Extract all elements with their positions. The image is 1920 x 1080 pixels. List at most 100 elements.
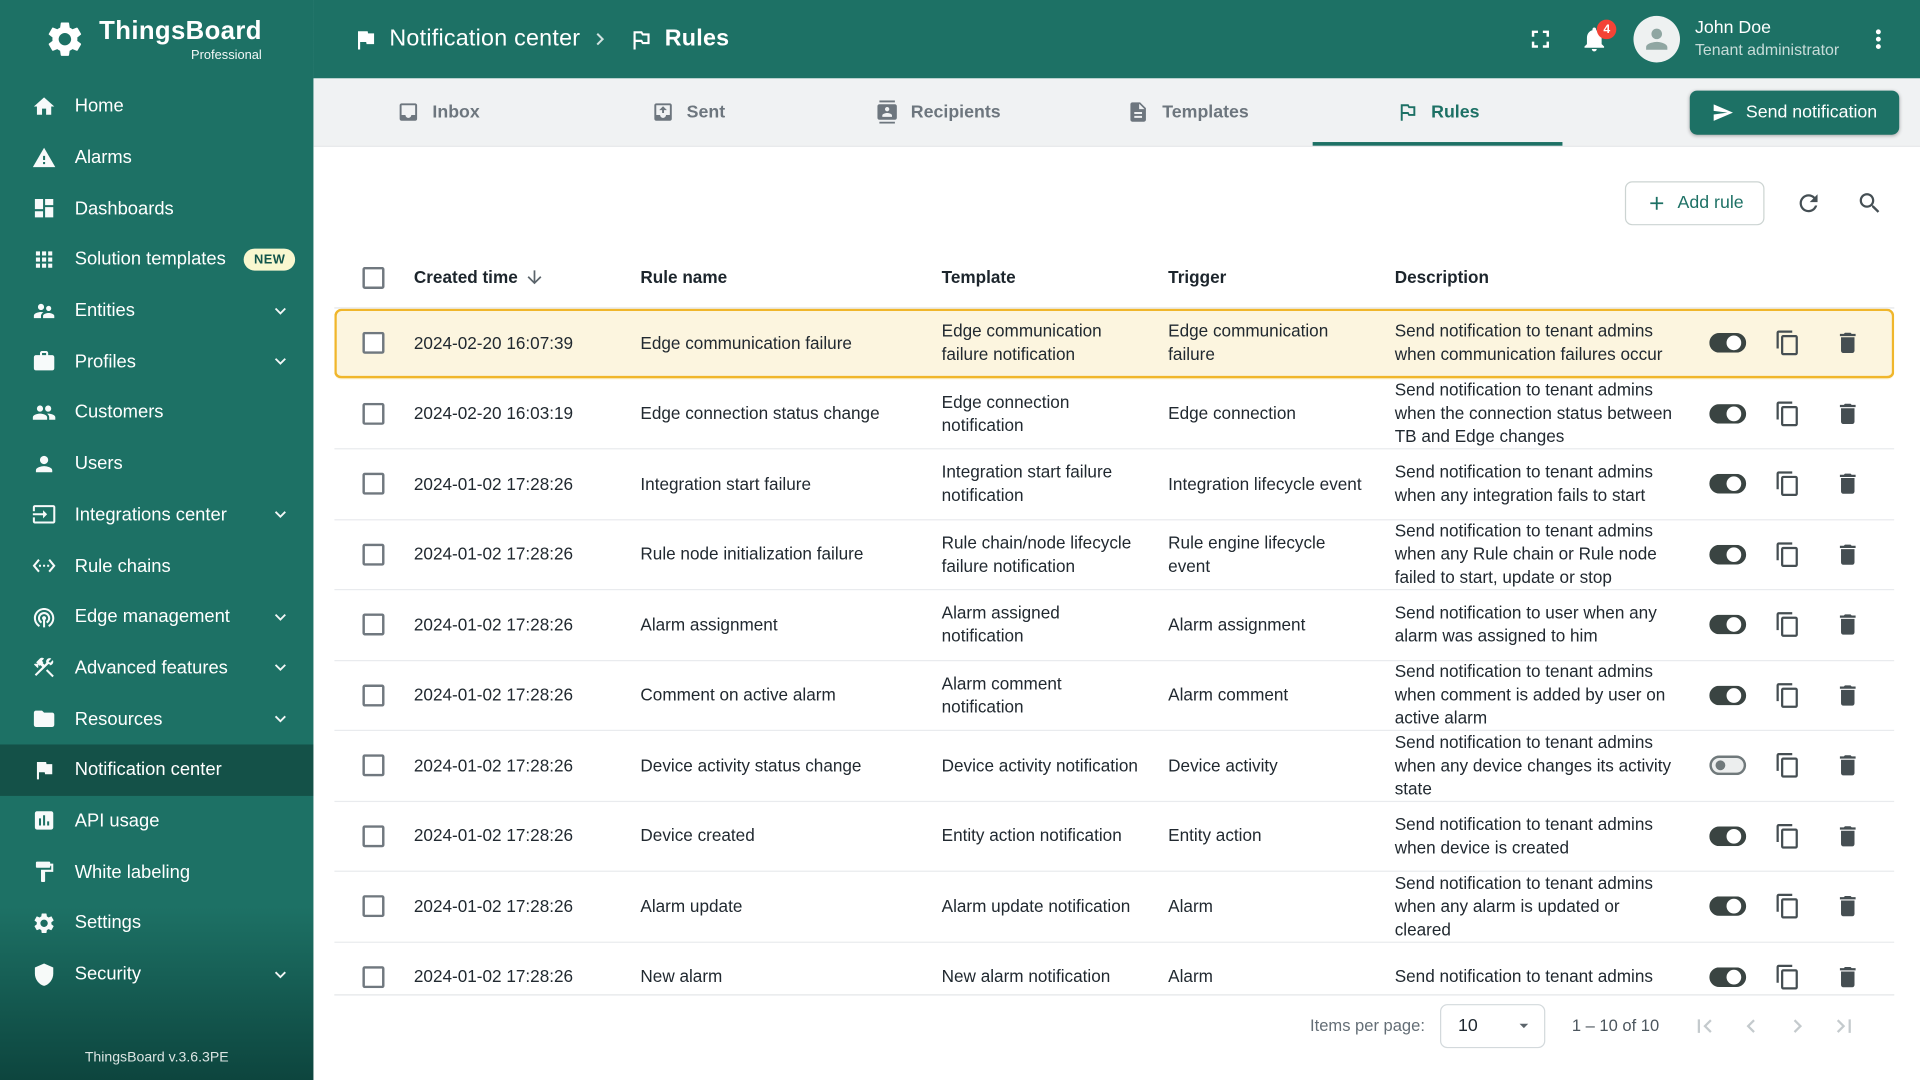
copy-rule-button[interactable] [1770, 889, 1804, 923]
sidebar-item-home[interactable]: Home [0, 81, 313, 132]
items-per-page-label: Items per page: [1310, 1016, 1425, 1035]
copy-rule-button[interactable] [1770, 608, 1804, 642]
delete-rule-button[interactable] [1830, 396, 1864, 430]
refresh-button[interactable] [1784, 179, 1833, 228]
copy-rule-button[interactable] [1770, 819, 1804, 853]
rule-enabled-toggle[interactable] [1708, 615, 1746, 635]
copy-rule-button[interactable] [1770, 748, 1804, 782]
user-avatar[interactable] [1633, 15, 1681, 63]
row-checkbox[interactable] [362, 332, 385, 355]
rule-enabled-toggle[interactable] [1708, 403, 1746, 424]
delete-rule-button[interactable] [1830, 748, 1864, 782]
rule-enabled-toggle[interactable] [1708, 544, 1746, 565]
fullscreen-button[interactable] [1516, 15, 1565, 64]
search-button[interactable] [1845, 179, 1894, 228]
delete-rule-button[interactable] [1830, 678, 1864, 712]
rule-enabled-toggle[interactable] [1708, 333, 1746, 353]
table-row[interactable]: 2024-02-20 16:07:39 Edge communication f… [334, 308, 1895, 379]
items-per-page-select[interactable]: 10 [1439, 1003, 1545, 1048]
table-row[interactable]: 2024-01-02 17:28:26 Integration start fa… [334, 449, 1895, 520]
rule-enabled-toggle[interactable] [1708, 967, 1746, 987]
delete-rule-button[interactable] [1830, 960, 1864, 994]
delete-rule-button[interactable] [1830, 819, 1864, 853]
sidebar-item-customers[interactable]: Customers [0, 387, 313, 438]
table-row[interactable]: 2024-01-02 17:28:26 Alarm update Alarm u… [334, 872, 1895, 943]
column-header-description[interactable]: Description [1385, 266, 1697, 289]
delete-rule-button[interactable] [1830, 326, 1864, 360]
delete-rule-button[interactable] [1830, 889, 1864, 923]
sidebar-item-security[interactable]: Security [0, 949, 313, 1000]
table-row[interactable]: 2024-01-02 17:28:26 Comment on active al… [334, 661, 1895, 732]
table-row[interactable]: 2024-01-02 17:28:26 Device activity stat… [334, 731, 1895, 802]
table-row[interactable]: 2024-02-20 16:03:19 Edge connection stat… [334, 379, 1895, 450]
rule-enabled-toggle[interactable] [1708, 474, 1746, 494]
sidebar-item-integrations-center[interactable]: Integrations center [0, 489, 313, 540]
tab-sent[interactable]: Sent [563, 78, 813, 145]
row-checkbox[interactable] [362, 613, 385, 636]
copy-rule-button[interactable] [1770, 467, 1804, 501]
api-usage-icon [32, 809, 56, 833]
copy-rule-button[interactable] [1770, 326, 1804, 360]
new-badge: NEW [244, 248, 296, 271]
row-checkbox[interactable] [362, 754, 385, 777]
sidebar-item-settings[interactable]: Settings [0, 898, 313, 949]
sidebar-item-alarms[interactable]: Alarms [0, 132, 313, 183]
copy-rule-button[interactable] [1770, 960, 1804, 994]
copy-icon [1774, 682, 1801, 709]
next-page-button[interactable] [1777, 1005, 1819, 1047]
sidebar-item-profiles[interactable]: Profiles [0, 336, 313, 387]
sidebar-item-rule-chains[interactable]: Rule chains [0, 540, 313, 591]
rule-enabled-toggle[interactable] [1708, 826, 1746, 846]
sidebar-item-solution-templates[interactable]: Solution templates NEW [0, 234, 313, 285]
header-menu-button[interactable] [1854, 15, 1903, 64]
copy-rule-button[interactable] [1770, 396, 1804, 430]
table-row[interactable]: 2024-01-02 17:28:26 Rule node initializa… [334, 520, 1895, 591]
sidebar-item-edge-management[interactable]: Edge management [0, 591, 313, 642]
rule-enabled-toggle[interactable] [1708, 755, 1746, 776]
column-header-rule-name[interactable]: Rule name [631, 266, 932, 289]
row-checkbox[interactable] [362, 684, 385, 707]
tab-rules[interactable]: Rules [1312, 78, 1563, 146]
row-checkbox[interactable] [362, 965, 385, 988]
add-rule-button[interactable]: Add rule [1624, 181, 1765, 226]
sidebar-item-api-usage[interactable]: API usage [0, 795, 313, 846]
column-header-trigger[interactable]: Trigger [1158, 266, 1385, 289]
table-row[interactable]: 2024-01-02 17:28:26 Alarm assignment Ala… [334, 590, 1895, 661]
table-row[interactable]: 2024-01-02 17:28:26 Device created Entit… [334, 801, 1895, 872]
row-checkbox[interactable] [362, 543, 385, 566]
sidebar-item-entities[interactable]: Entities [0, 285, 313, 336]
sidebar-item-resources[interactable]: Resources [0, 693, 313, 744]
tab-inbox[interactable]: Inbox [313, 78, 563, 145]
tab-templates[interactable]: Templates [1063, 78, 1313, 145]
last-page-button[interactable] [1823, 1005, 1865, 1047]
delete-rule-button[interactable] [1830, 608, 1864, 642]
row-checkbox[interactable] [362, 895, 385, 918]
delete-rule-button[interactable] [1830, 467, 1864, 501]
column-header-created-time[interactable]: Created time [404, 266, 631, 289]
tab-recipients[interactable]: Recipients [813, 78, 1063, 145]
sidebar-item-advanced-features[interactable]: Advanced features [0, 642, 313, 693]
row-checkbox[interactable] [362, 402, 385, 425]
chevron-down-icon [269, 504, 291, 526]
sidebar-item-white-labeling[interactable]: White labeling [0, 847, 313, 898]
breadcrumb-item[interactable]: Rules [588, 26, 730, 53]
copy-rule-button[interactable] [1770, 537, 1804, 571]
row-checkbox[interactable] [362, 472, 385, 495]
previous-page-button[interactable] [1730, 1005, 1772, 1047]
select-all-checkbox[interactable] [362, 266, 385, 289]
delete-rule-button[interactable] [1830, 537, 1864, 571]
rule-enabled-toggle[interactable] [1708, 896, 1746, 917]
copy-rule-button[interactable] [1770, 678, 1804, 712]
sidebar-item-dashboards[interactable]: Dashboards [0, 183, 313, 234]
table-row[interactable]: 2024-01-02 17:28:26 New alarm New alarm … [334, 942, 1894, 994]
notifications-button[interactable]: 4 [1570, 15, 1619, 64]
sidebar-item-notification-center[interactable]: Notification center [0, 744, 314, 796]
row-checkbox[interactable] [362, 825, 385, 848]
sidebar-item-users[interactable]: Users [0, 438, 313, 489]
first-page-button[interactable] [1684, 1005, 1726, 1047]
send-notification-button[interactable]: Send notification [1689, 90, 1900, 135]
column-header-template[interactable]: Template [932, 266, 1159, 289]
rule-enabled-toggle[interactable] [1708, 685, 1746, 705]
app-logo[interactable]: ThingsBoard Professional [0, 0, 313, 78]
breadcrumb-item[interactable]: Notification center [353, 26, 581, 53]
